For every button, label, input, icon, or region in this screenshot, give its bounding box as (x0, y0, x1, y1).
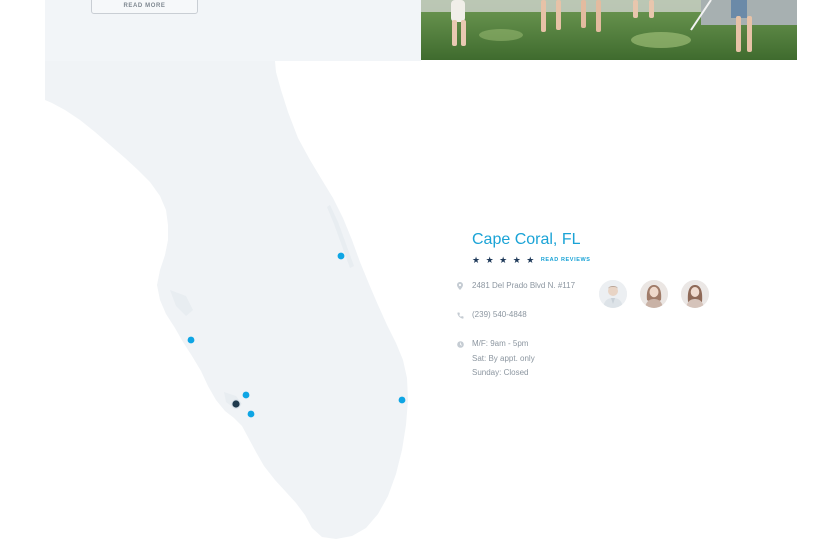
location-pin-icon (457, 279, 472, 293)
florida-map (0, 0, 839, 552)
avatar-female-1-icon (640, 280, 668, 308)
avatar-male-icon (599, 280, 627, 308)
map-marker-fort-myers-south[interactable] (247, 410, 255, 418)
florida-map-svg (45, 61, 408, 539)
team-avatar-female-2[interactable] (681, 280, 709, 308)
map-marker-fort-myers-north[interactable] (242, 391, 250, 399)
team-avatars (599, 280, 722, 308)
hours-row: M/F: 9am - 5pm Sat: By appt. only Sunday… (457, 337, 535, 381)
avatar-female-2-icon (681, 280, 709, 308)
clock-icon (457, 337, 472, 351)
map-marker-east-coast-north[interactable] (337, 252, 345, 260)
team-avatar-male[interactable] (599, 280, 627, 308)
hours-sunday: Sunday: Closed (472, 368, 529, 377)
location-title: Cape Coral, FL (472, 231, 581, 248)
locations-page: READ MORE Cape Coral, FL ★ ★ ★ ★ ★ READ … (0, 0, 839, 552)
address-row: 2481 Del Prado Blvd N. #117 (457, 279, 575, 294)
phone-icon (457, 308, 472, 322)
star-rating: ★ ★ ★ ★ ★ (472, 255, 536, 265)
florida-outline (45, 61, 408, 539)
map-marker-cape-coral-active[interactable] (231, 399, 241, 409)
rating-row: ★ ★ ★ ★ ★ READ REVIEWS (472, 254, 591, 266)
phone-row: (239) 540-4848 (457, 308, 527, 323)
hours-list: M/F: 9am - 5pm Sat: By appt. only Sunday… (472, 337, 535, 381)
team-avatar-female-1[interactable] (640, 280, 668, 308)
address-text: 2481 Del Prado Blvd N. #117 (472, 281, 576, 290)
hours-saturday: Sat: By appt. only (472, 353, 535, 363)
hours-weekday: M/F: 9am - 5pm (472, 339, 529, 348)
phone-text[interactable]: (239) 540-4848 (472, 308, 527, 323)
map-marker-west-coast-north[interactable] (187, 336, 195, 344)
read-reviews-link[interactable]: READ REVIEWS (541, 254, 591, 266)
map-marker-east-coast-south[interactable] (398, 396, 406, 404)
